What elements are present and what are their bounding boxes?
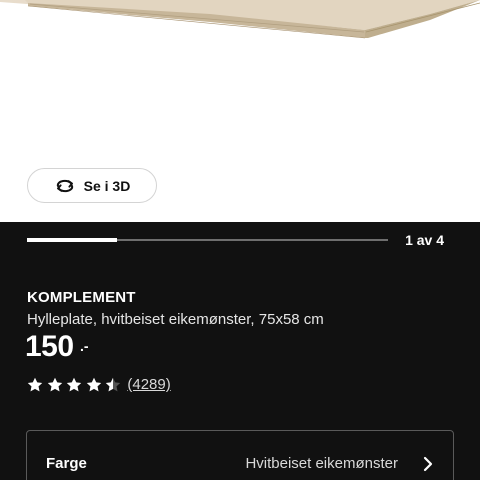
view-3d-button[interactable]: Se i 3D bbox=[27, 168, 157, 203]
star-icon bbox=[27, 377, 43, 393]
product-price: 150 bbox=[25, 330, 74, 363]
gallery-progress-fill bbox=[27, 238, 118, 242]
color-option-selector[interactable]: Farge Hvitbeiset eikemønster bbox=[26, 430, 454, 480]
star-icon bbox=[86, 377, 102, 393]
product-name: KOMPLEMENT bbox=[27, 289, 136, 306]
product-info-panel: 1 av 4 KOMPLEMENT Hylleplate, hvitbeiset… bbox=[0, 222, 480, 480]
product-description: Hylleplate, hvitbeiset eikemønster, 75x5… bbox=[27, 311, 324, 328]
color-option-value: Hvitbeiset eikemønster bbox=[245, 455, 398, 472]
product-image-area[interactable]: Se i 3D bbox=[0, 0, 480, 222]
view-3d-label: Se i 3D bbox=[83, 177, 131, 194]
price-suffix: .- bbox=[80, 338, 89, 354]
star-icon bbox=[66, 377, 82, 393]
gallery-progress-bar bbox=[27, 238, 388, 242]
review-count-link[interactable]: (4289) bbox=[127, 376, 170, 393]
star-icon bbox=[47, 377, 63, 393]
rating-stars bbox=[27, 377, 121, 393]
color-option-label: Farge bbox=[46, 455, 87, 472]
rotate-3d-icon bbox=[54, 178, 76, 194]
star-icon bbox=[105, 377, 121, 393]
chevron-right-icon bbox=[423, 456, 433, 477]
product-rating[interactable]: (4289) bbox=[27, 376, 171, 393]
gallery-page-counter: 1 av 4 bbox=[405, 232, 444, 248]
